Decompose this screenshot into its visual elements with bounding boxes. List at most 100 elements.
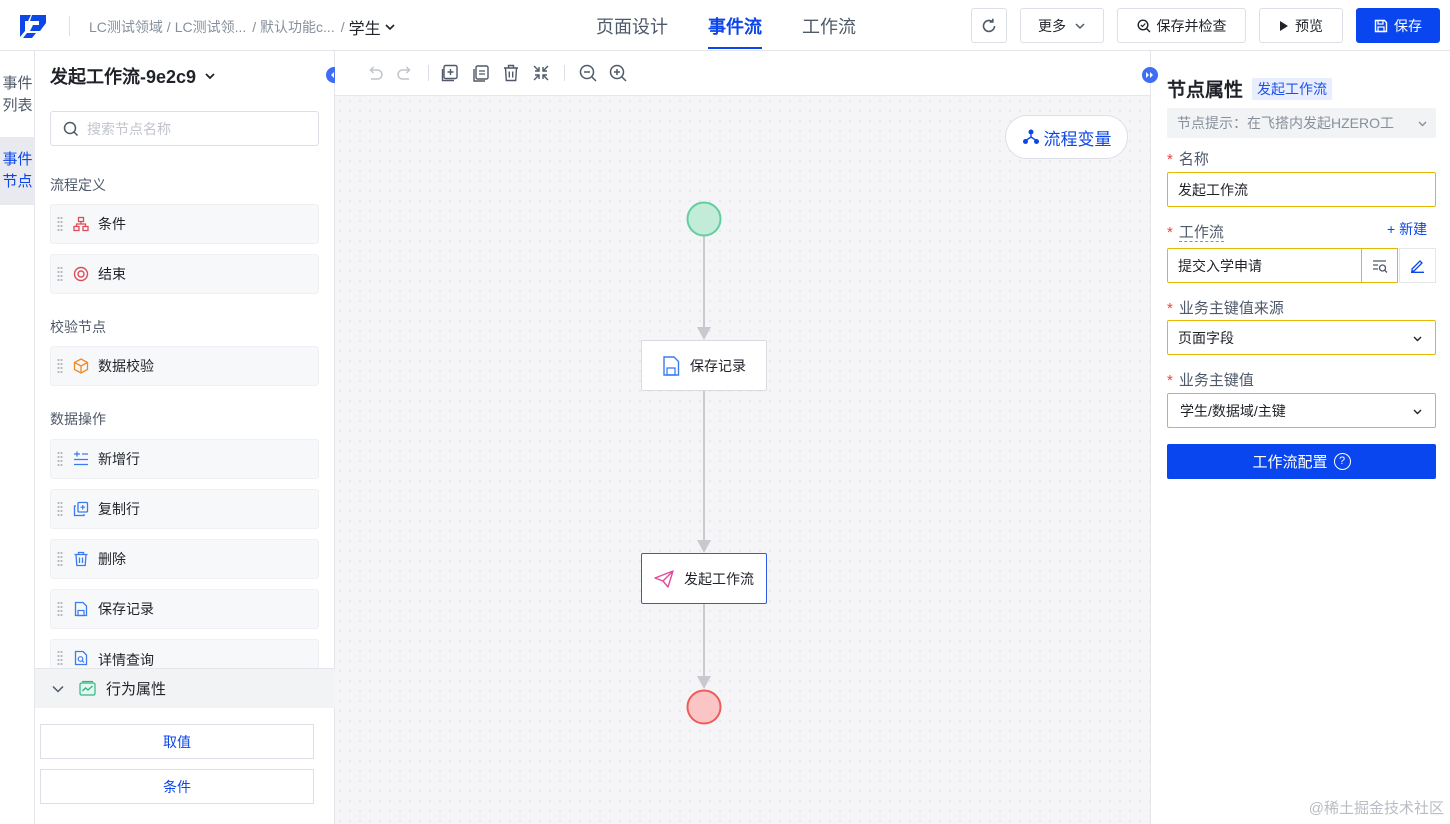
required-mark: * xyxy=(1167,372,1173,389)
node-item-copy-row[interactable]: 复制行 xyxy=(50,489,319,529)
more-button[interactable]: 更多 xyxy=(1020,8,1104,43)
node-item-condition[interactable]: 条件 xyxy=(50,204,319,244)
node-item-label: 复制行 xyxy=(98,501,140,517)
preview-label: 预览 xyxy=(1295,17,1323,34)
save-and-check-label: 保存并检查 xyxy=(1156,17,1227,34)
key-source-select[interactable]: 页面字段 xyxy=(1167,320,1436,355)
node-type-tag: 发起工作流 xyxy=(1252,78,1332,100)
breadcrumb-separator: / xyxy=(340,19,345,35)
tab-event-flow[interactable]: 事件流 xyxy=(708,0,762,51)
breadcrumb-item[interactable]: LC测试领... xyxy=(175,17,247,37)
flow-node-save-record[interactable]: 保存记录 xyxy=(641,340,767,391)
play-icon xyxy=(1280,20,1288,31)
main-tabs: 页面设计 事件流 工作流 xyxy=(596,0,896,51)
drag-handle-icon xyxy=(57,216,63,232)
zoom-out-icon[interactable] xyxy=(578,63,598,83)
node-search[interactable] xyxy=(50,111,319,146)
name-field-label: * 名称 xyxy=(1167,148,1209,169)
send-icon xyxy=(654,569,674,588)
detail-query-icon xyxy=(74,650,88,666)
edit-pencil-icon xyxy=(1411,260,1424,273)
tab-page-design[interactable]: 页面设计 xyxy=(596,0,668,51)
condition-button[interactable]: 条件 xyxy=(40,769,314,804)
preview-button[interactable]: 预览 xyxy=(1259,8,1343,43)
node-item-save-record[interactable]: 保存记录 xyxy=(50,589,319,629)
fit-view-icon[interactable] xyxy=(531,63,551,83)
save-button[interactable]: 保存 xyxy=(1356,8,1440,43)
chevron-down-icon xyxy=(1075,22,1085,29)
save-and-check-button[interactable]: 保存并检查 xyxy=(1117,8,1246,43)
breadcrumb: LC测试领域 / LC测试领... / 默认功能c... / 学生 xyxy=(89,15,395,39)
flow-node-start-workflow[interactable]: 发起工作流 xyxy=(641,553,767,604)
save-record-icon xyxy=(663,355,680,376)
workflow-search-button[interactable] xyxy=(1361,248,1398,283)
breadcrumb-current[interactable]: 学生 xyxy=(349,15,381,39)
node-library-panel: 发起工作流-9e2c9 流程定义 条件 结束 校验节点 数据校验 数据操作 新增… xyxy=(35,51,342,824)
get-value-button[interactable]: 取值 xyxy=(40,724,314,759)
flow-canvas[interactable]: 流程变量 保存记录 发起工作流 xyxy=(335,96,1150,824)
undo-icon[interactable] xyxy=(365,63,385,83)
node-item-end[interactable]: 结束 xyxy=(50,254,319,294)
tab-workflow[interactable]: 工作流 xyxy=(802,0,856,51)
required-mark: * xyxy=(1167,300,1173,317)
flow-canvas-area: 流程变量 保存记录 发起工作流 xyxy=(335,51,1150,824)
refresh-button[interactable] xyxy=(971,8,1007,43)
panel-title: 节点属性 xyxy=(1167,80,1244,101)
node-item-label: 删除 xyxy=(98,551,126,567)
side-tab-event-list[interactable]: 事件列表 xyxy=(0,61,35,129)
copy-icon[interactable] xyxy=(471,63,491,83)
node-item-detail-query[interactable]: 详情查询 xyxy=(50,639,319,669)
breadcrumb-item[interactable]: / 默认功能c... xyxy=(252,17,334,37)
node-item-add-row[interactable]: 新增行 xyxy=(50,439,319,479)
node-item-label: 数据校验 xyxy=(98,358,154,374)
name-input[interactable]: 发起工作流 xyxy=(1167,172,1436,207)
node-label: 保存记录 xyxy=(690,357,746,374)
workflow-field-label: * 工作流 xyxy=(1167,221,1224,242)
collapse-right-panel-icon[interactable] xyxy=(1142,67,1158,83)
flow-title[interactable]: 发起工作流-9e2c9 xyxy=(50,63,216,89)
node-item-delete[interactable]: 删除 xyxy=(50,539,319,579)
chevron-down-icon xyxy=(1413,336,1422,342)
redo-icon[interactable] xyxy=(395,63,415,83)
drag-handle-icon xyxy=(57,650,63,666)
behavior-icon xyxy=(79,680,96,696)
node-item-data-validate[interactable]: 数据校验 xyxy=(50,346,319,386)
search-input[interactable] xyxy=(87,120,287,137)
zoom-in-icon[interactable] xyxy=(608,63,628,83)
side-tab-event-nodes[interactable]: 事件节点 xyxy=(0,137,35,205)
save-record-icon xyxy=(74,601,88,617)
new-workflow-link[interactable]: + 新建 xyxy=(1387,219,1427,239)
key-value-select[interactable]: 学生/数据域/主键 xyxy=(1167,393,1436,428)
flow-title-text: 发起工作流-9e2c9 xyxy=(50,67,197,87)
save-label: 保存 xyxy=(1394,17,1422,34)
drag-handle-icon xyxy=(57,266,63,282)
start-node[interactable] xyxy=(686,201,722,237)
key-value-field-label: * 业务主键值 xyxy=(1167,369,1254,390)
add-node-icon[interactable] xyxy=(440,63,460,83)
chevron-down-icon xyxy=(52,685,64,693)
drag-handle-icon xyxy=(57,551,63,567)
trash-icon[interactable] xyxy=(501,63,521,83)
help-icon: ? xyxy=(1333,453,1351,470)
breadcrumb-item[interactable]: LC测试领域 / xyxy=(89,17,171,37)
flow-edges xyxy=(686,201,722,725)
chevron-down-icon[interactable] xyxy=(385,22,395,32)
workflow-label-text: 工作流 xyxy=(1178,224,1224,242)
behavior-properties-header[interactable]: 行为属性 xyxy=(35,668,335,708)
edge-workflow-to-end xyxy=(697,604,711,689)
workflow-value: 提交入学申请 xyxy=(1178,257,1262,274)
key-source-value: 页面字段 xyxy=(1178,329,1234,346)
drag-handle-icon xyxy=(57,601,63,617)
workflow-config-label: 工作流配置 xyxy=(1252,454,1328,471)
chevron-down-icon xyxy=(205,73,215,80)
app-logo[interactable] xyxy=(18,13,48,39)
workflow-edit-button[interactable] xyxy=(1399,248,1436,283)
section-label: 校验节点 xyxy=(50,319,106,335)
key-source-field-label: * 业务主键值来源 xyxy=(1167,297,1284,318)
workflow-config-button[interactable]: 工作流配置 ? xyxy=(1167,444,1436,479)
node-item-label: 保存记录 xyxy=(98,601,154,617)
end-node[interactable] xyxy=(686,689,722,725)
divider xyxy=(69,16,70,36)
search-icon xyxy=(63,121,79,136)
node-hint-select[interactable]: 节点提示：在飞搭内发起HZERO工 xyxy=(1167,108,1436,138)
